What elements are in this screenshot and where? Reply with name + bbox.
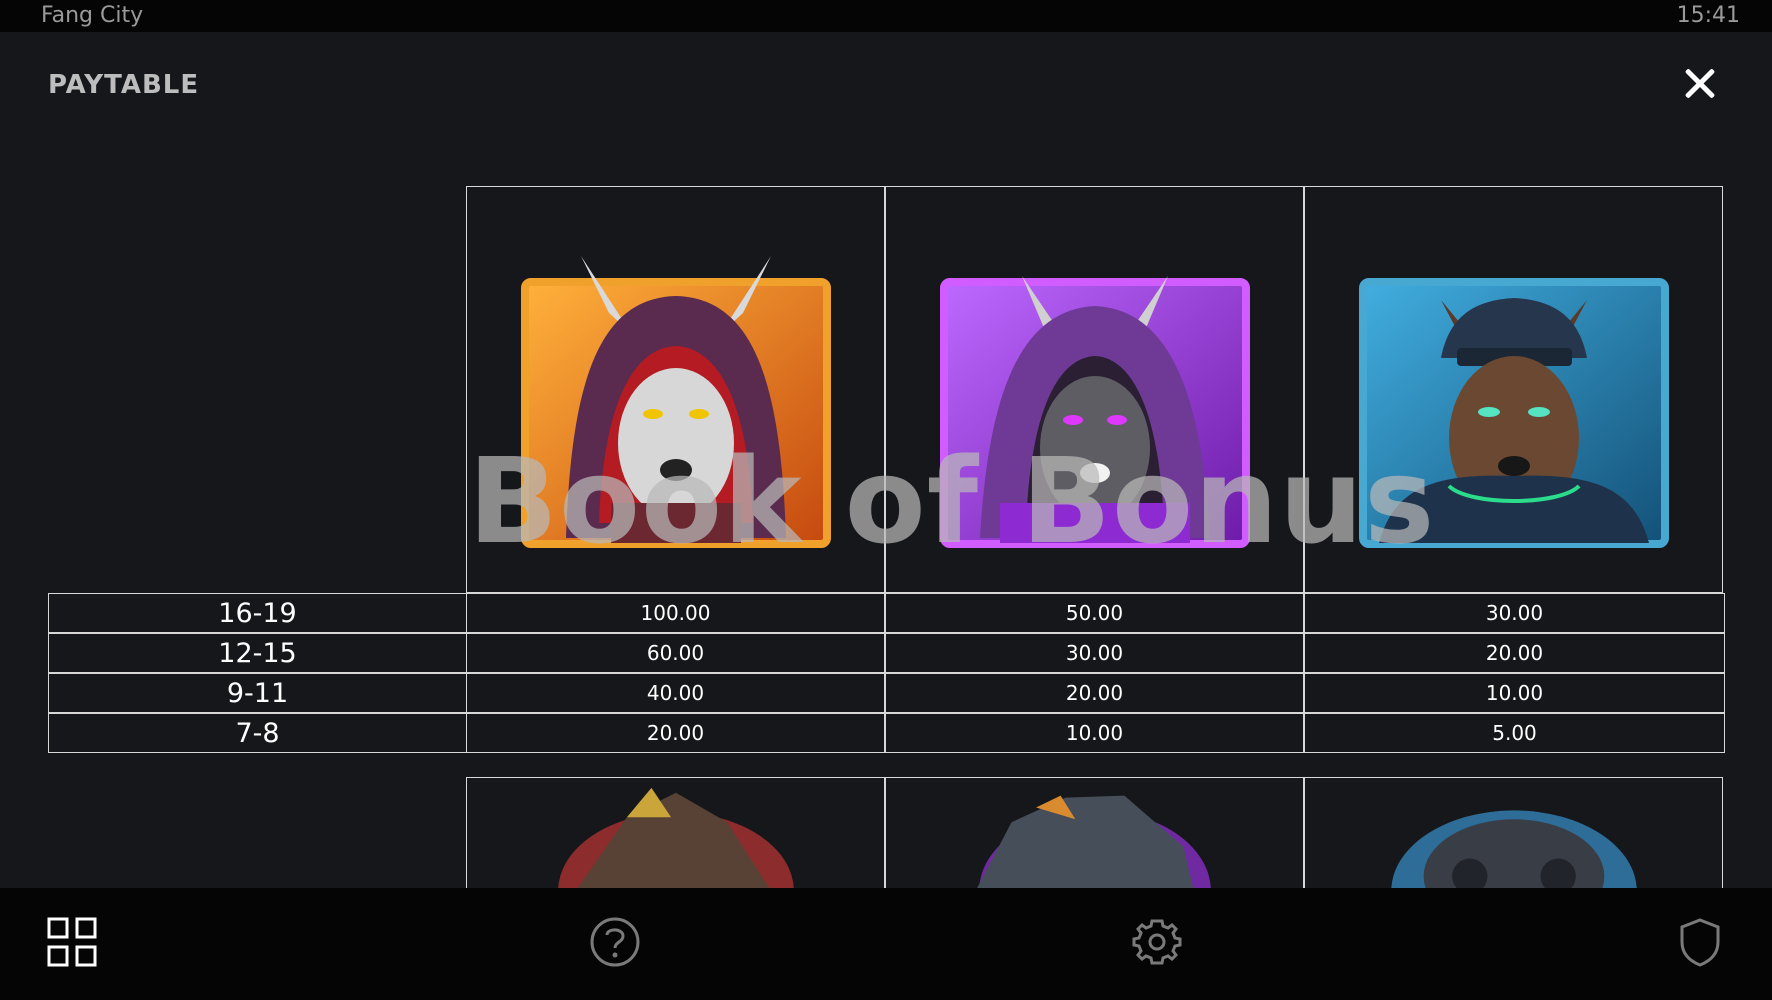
question-icon[interactable]: [589, 916, 641, 968]
gear-icon[interactable]: [1131, 916, 1183, 968]
payout-cell: 30.00: [1304, 593, 1725, 633]
range-cell: 16-19: [48, 593, 467, 633]
bottom-nav: [0, 888, 1772, 1000]
next-symbol-cell: [466, 777, 885, 889]
page-title: PAYTABLE: [48, 70, 200, 100]
watermark-text: Book of Bonus: [468, 432, 1436, 570]
payout-cell: 60.00: [466, 633, 885, 673]
next-symbol-cell: [1304, 777, 1723, 889]
payout-cell: 30.00: [885, 633, 1304, 673]
payout-cell: 10.00: [885, 713, 1304, 753]
payout-cell: 20.00: [1304, 633, 1725, 673]
payout-cell: 5.00: [1304, 713, 1725, 753]
table-row: 16-19 100.00 50.00 30.00: [48, 593, 1725, 633]
next-symbol-cell: [885, 777, 1304, 889]
table-row: 9-11 40.00 20.00 10.00: [48, 673, 1725, 713]
payout-cell: 10.00: [1304, 673, 1725, 713]
payout-cell: 40.00: [466, 673, 885, 713]
shield-icon[interactable]: [1674, 916, 1726, 968]
app-name: Fang City: [41, 3, 144, 28]
grid-icon[interactable]: [46, 916, 98, 968]
payout-cell: 50.00: [885, 593, 1304, 633]
table-row: 7-8 20.00 10.00 5.00: [48, 713, 1725, 753]
payout-cell: 20.00: [466, 713, 885, 753]
range-cell: 7-8: [48, 713, 467, 753]
range-cell: 12-15: [48, 633, 467, 673]
payout-cell: 20.00: [885, 673, 1304, 713]
range-cell: 9-11: [48, 673, 467, 713]
table-row: 12-15 60.00 30.00 20.00: [48, 633, 1725, 673]
close-icon[interactable]: [1678, 62, 1722, 106]
status-bar: Fang City 15:41: [0, 0, 1772, 32]
clock: 15:41: [1676, 3, 1740, 28]
payout-cell: 100.00: [466, 593, 885, 633]
